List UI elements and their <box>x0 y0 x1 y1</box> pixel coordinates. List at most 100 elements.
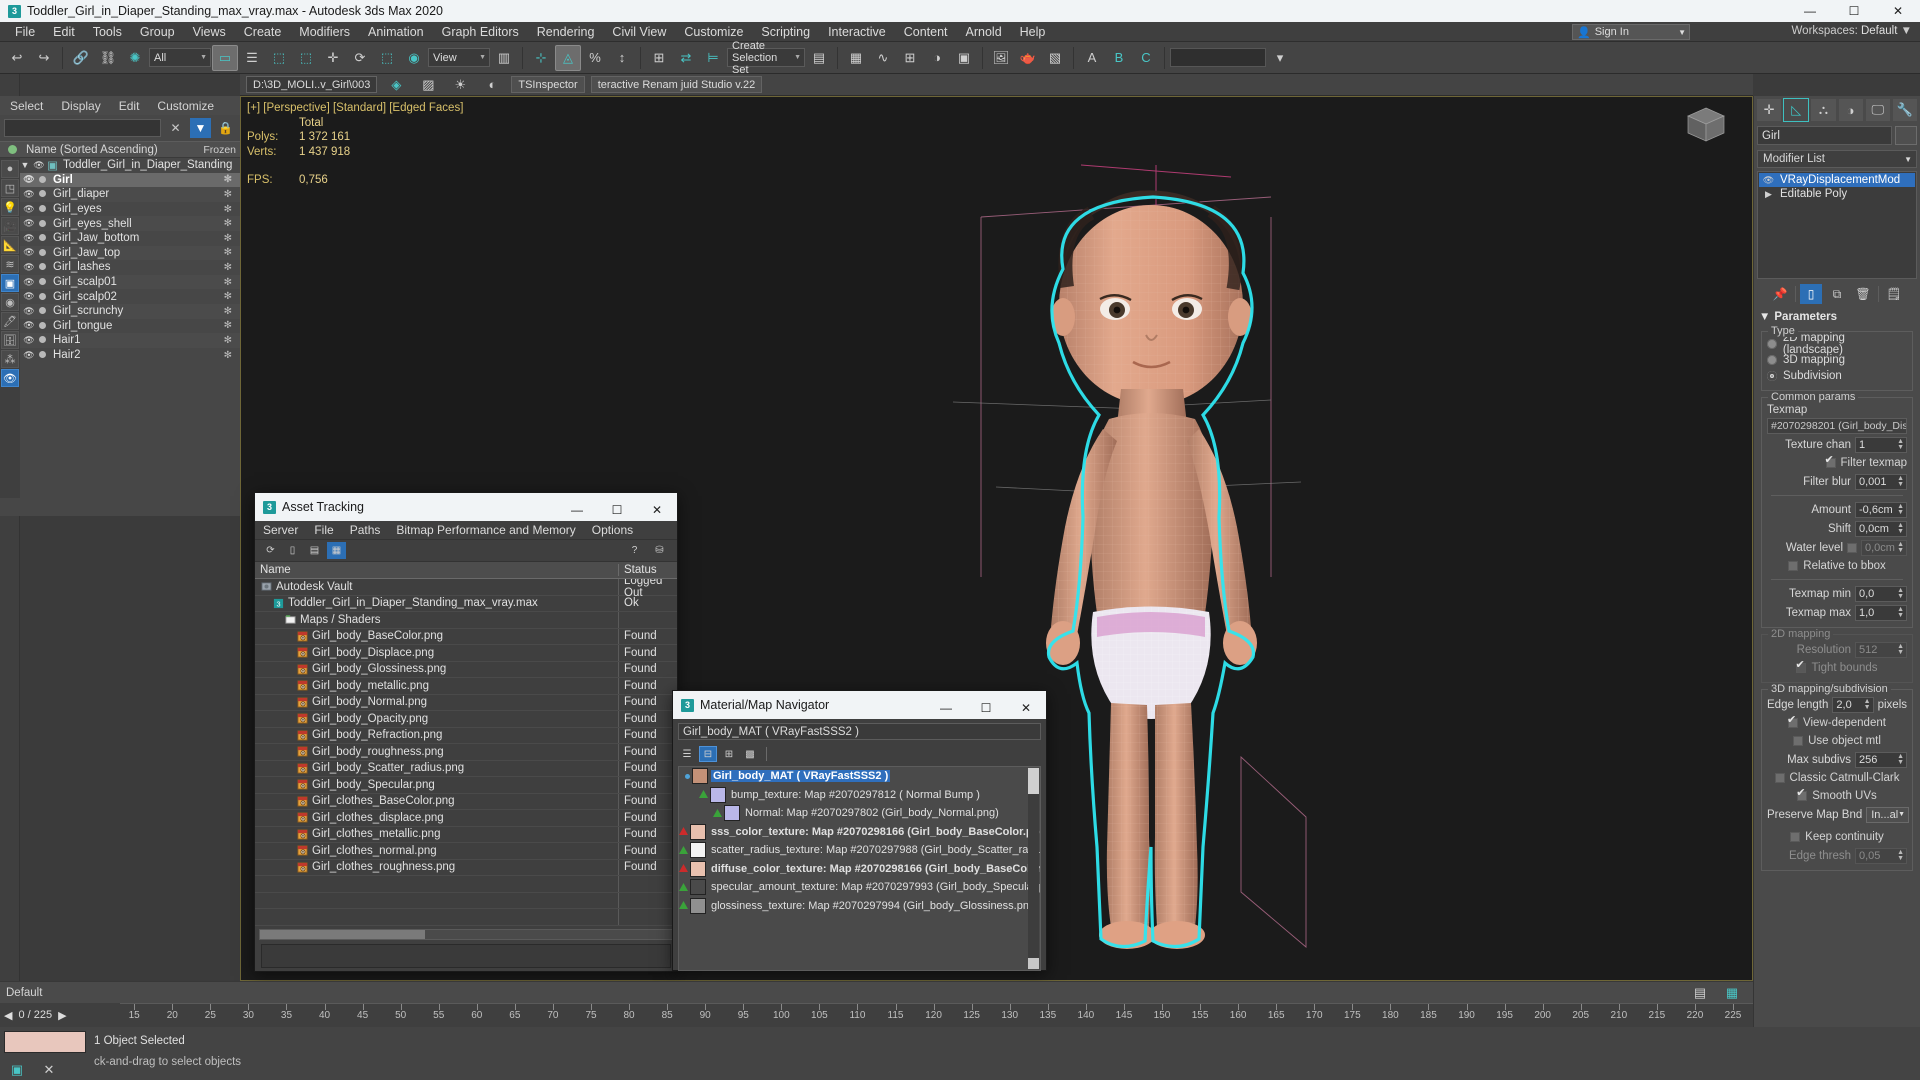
filter-all-icon[interactable]: ● <box>1 160 19 178</box>
toolbar-overflow-icon[interactable]: ▾ <box>1267 45 1293 71</box>
filter-blur-spinner[interactable]: 0,001 ▲ ▼ <box>1855 473 1907 490</box>
renderer-path-field[interactable]: D:\3D_MOLI..v_Girl\003 <box>246 76 378 93</box>
viewport-shade-icon[interactable]: ◈ <box>383 72 409 98</box>
modifier-stack[interactable]: 👁 VRayDisplacementMod ▶ Editable Poly <box>1757 171 1917 279</box>
percent-snap-icon[interactable]: % <box>582 45 608 71</box>
angle-snap-icon[interactable]: ◬ <box>555 44 581 71</box>
edge-length-spinner[interactable]: 2,0 ▲ ▼ <box>1832 696 1874 713</box>
modifier-list-dropdown[interactable]: Modifier List ▼ <box>1757 150 1917 168</box>
texmap-button[interactable]: #2070298201 (Girl_body_Displace.p <box>1767 418 1907 434</box>
smooth-uvs-row[interactable]: Smooth UVs <box>1767 786 1907 804</box>
scene-list-item[interactable]: 👁 Girl_eyes ✻ <box>0 202 240 217</box>
asset-row[interactable]: Girl_body_Normal.png Found <box>255 694 677 711</box>
scene-list-item[interactable]: 👁 Girl_Jaw_top ✻ <box>0 245 240 261</box>
text-tool-a-icon[interactable]: A <box>1079 45 1105 71</box>
texture-chan-spinner[interactable]: 1 ▲ ▼ <box>1855 436 1907 453</box>
keep-continuity-row[interactable]: Keep continuity <box>1767 829 1907 845</box>
render-dot-icon[interactable] <box>36 320 49 332</box>
menu-item-create[interactable]: Create <box>235 23 291 41</box>
scene-list-item[interactable]: 👁 Hair2 ✻ <box>0 348 240 363</box>
snap-toggle-icon[interactable]: ⊹ <box>528 45 554 71</box>
column-status[interactable]: Status <box>619 564 677 576</box>
asset-row[interactable]: Girl_clothes_metallic.png Found <box>255 826 677 843</box>
time-slider-ruler[interactable]: 0510152025303540455055606570758085909510… <box>0 1003 1753 1028</box>
viewport-wire-icon[interactable]: ▨ <box>415 72 441 98</box>
select-link-icon[interactable]: 🔗 <box>68 45 94 71</box>
render-dot-icon[interactable] <box>36 349 49 361</box>
freeze-icon[interactable]: ✻ <box>224 262 232 273</box>
render-dot-icon[interactable] <box>36 218 49 230</box>
filter-helpers-icon[interactable]: 📐 <box>1 236 19 254</box>
material-tree-row[interactable]: specular_amount_texture: Map #2070297993… <box>679 878 1040 897</box>
viewport-mat-icon[interactable]: ◐ <box>479 72 505 98</box>
render-dot-icon[interactable] <box>36 261 49 273</box>
type-radio-option[interactable]: 2D mapping (landscape) <box>1767 332 1907 356</box>
object-color-swatch[interactable] <box>1895 126 1917 145</box>
clear-status-icon[interactable]: ✕ <box>36 1057 62 1080</box>
scene-explorer-menu-select[interactable]: Select <box>10 99 43 113</box>
visibility-eye-icon[interactable]: 👁 <box>22 262 36 273</box>
menu-item-civil-view[interactable]: Civil View <box>603 23 675 41</box>
scene-object-list[interactable]: ▼ 👁 ▣ Toddler_Girl_in_Diaper_Standing 👁 Girl ✻… <box>0 158 240 502</box>
filter-containers-icon[interactable]: 🗄 <box>1 331 19 349</box>
asset-row[interactable]: Girl_body_BaseColor.png Found <box>255 628 677 645</box>
material-tree-row[interactable]: Girl_body_MAT ( VRayFastSSS2 ) <box>679 767 1040 786</box>
visibility-eye-icon[interactable]: 👁 <box>22 350 36 361</box>
viewport-light-icon[interactable]: ☀ <box>447 72 473 98</box>
render-dot-icon[interactable] <box>36 232 49 244</box>
visibility-eye-icon[interactable]: 👁 <box>32 160 46 171</box>
object-name-field[interactable]: Girl <box>1757 126 1892 145</box>
modifier-stack-item[interactable]: ▶ Editable Poly <box>1759 187 1915 201</box>
render-dot-icon[interactable] <box>36 305 49 317</box>
radio-icon[interactable] <box>1767 355 1777 365</box>
tab-motion[interactable]: ◑ <box>1837 98 1864 122</box>
filter-xrefs-icon[interactable]: ◉ <box>1 293 19 311</box>
show-end-result-icon[interactable]: ▯ <box>1800 284 1822 304</box>
use-object-mtl-checkbox[interactable] <box>1793 736 1804 746</box>
asset-tracking-maximize-button[interactable]: ☐ <box>597 496 637 524</box>
visibility-eye-icon[interactable]: 👁 <box>22 277 36 288</box>
tab-create[interactable]: ✛ <box>1756 98 1783 122</box>
texmap-max-spinner[interactable]: 1,0 ▲ ▼ <box>1855 604 1907 621</box>
edit-named-sets-icon[interactable]: ⊞ <box>646 45 672 71</box>
asset-row[interactable]: Girl_clothes_normal.png Found <box>255 843 677 860</box>
configure-modifier-sets-icon[interactable]: 🗒 <box>1883 284 1905 304</box>
water-level-checkbox[interactable] <box>1847 542 1857 553</box>
visibility-eye-icon[interactable]: 👁 <box>22 174 36 185</box>
tab-modify[interactable]: ◺ <box>1783 98 1810 122</box>
scene-explorer-search-input[interactable] <box>4 119 161 137</box>
toolbar-scene-field[interactable] <box>1170 48 1266 67</box>
scene-explorer-icon[interactable]: ▦ <box>843 45 869 71</box>
list-view-icon[interactable]: ▯ <box>283 542 302 559</box>
filter-spacewarps-icon[interactable]: ≋ <box>1 255 19 273</box>
scene-list-item[interactable]: 👁 Girl_diaper ✻ <box>0 187 240 202</box>
selection-filter-dropdown[interactable]: All ▼ <box>149 48 211 67</box>
view-dependent-checkbox[interactable] <box>1787 713 1799 728</box>
grid-view-icon[interactable]: ▦ <box>327 542 346 559</box>
asset-row[interactable]: Girl_body_Displace.png Found <box>255 645 677 662</box>
asset-row[interactable]: Girl_clothes_displace.png Found <box>255 810 677 827</box>
scene-list-item[interactable]: 👁 Girl_tongue ✻ <box>0 319 240 334</box>
asset-row[interactable]: Girl_body_metallic.png Found <box>255 678 677 695</box>
use-pivot-center-icon[interactable]: ▥ <box>491 45 517 71</box>
pin-stack-icon[interactable]: 📌 <box>1769 284 1791 304</box>
scene-list-item[interactable]: 👁 Girl_scalp02 ✻ <box>0 289 240 304</box>
mirror-icon[interactable]: ⇄ <box>673 45 699 71</box>
asset-row[interactable]: Girl_body_Scatter_radius.png Found <box>255 760 677 777</box>
filter-texmap-row[interactable]: Filter texmap <box>1767 453 1907 471</box>
undo-icon[interactable]: ↩ <box>4 45 30 71</box>
viewport-label[interactable]: [+] [Perspective] [Standard] [Edged Face… <box>247 101 463 116</box>
clear-search-icon[interactable]: ✕ <box>165 118 186 138</box>
catmull-clark-checkbox[interactable] <box>1774 773 1785 783</box>
menu-item-views[interactable]: Views <box>184 23 235 41</box>
scene-list-item[interactable]: 👁 Hair1 ✻ <box>0 333 240 348</box>
visibility-eye-icon[interactable]: 👁 <box>22 233 36 244</box>
render-dot-icon[interactable] <box>36 334 49 346</box>
select-object-icon[interactable]: ▭ <box>212 44 238 71</box>
freeze-icon[interactable]: ✻ <box>224 277 232 288</box>
filter-groups-icon[interactable]: ▣ <box>1 274 19 292</box>
modifier-eye-icon[interactable]: 👁 <box>1761 175 1776 186</box>
render-dot-icon[interactable] <box>36 203 49 215</box>
visibility-eye-icon[interactable]: 👁 <box>22 204 36 215</box>
radio-icon[interactable] <box>1767 371 1777 381</box>
